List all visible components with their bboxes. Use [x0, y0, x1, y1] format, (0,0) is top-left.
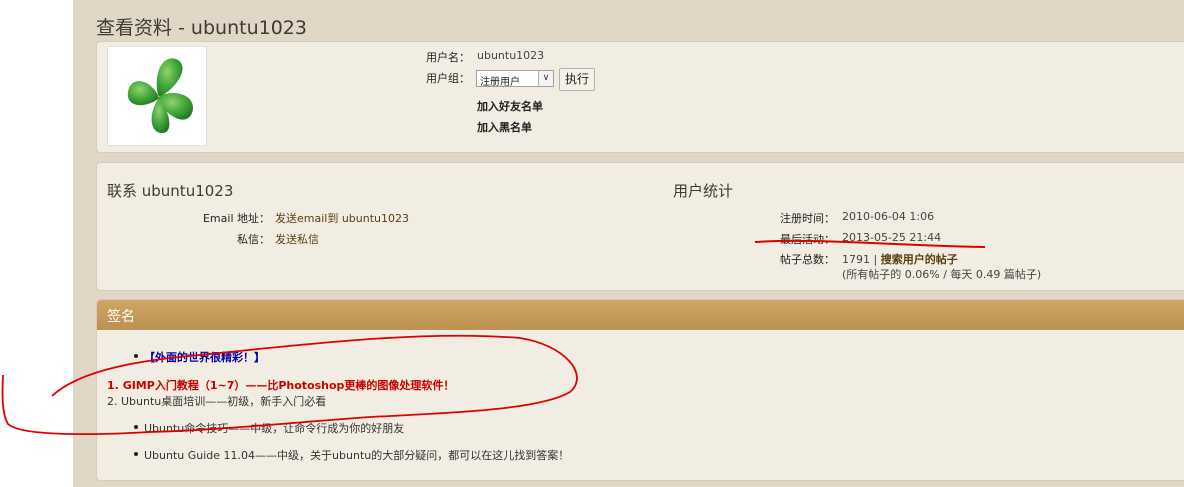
red-annotation-overlay — [1, 239, 986, 436]
